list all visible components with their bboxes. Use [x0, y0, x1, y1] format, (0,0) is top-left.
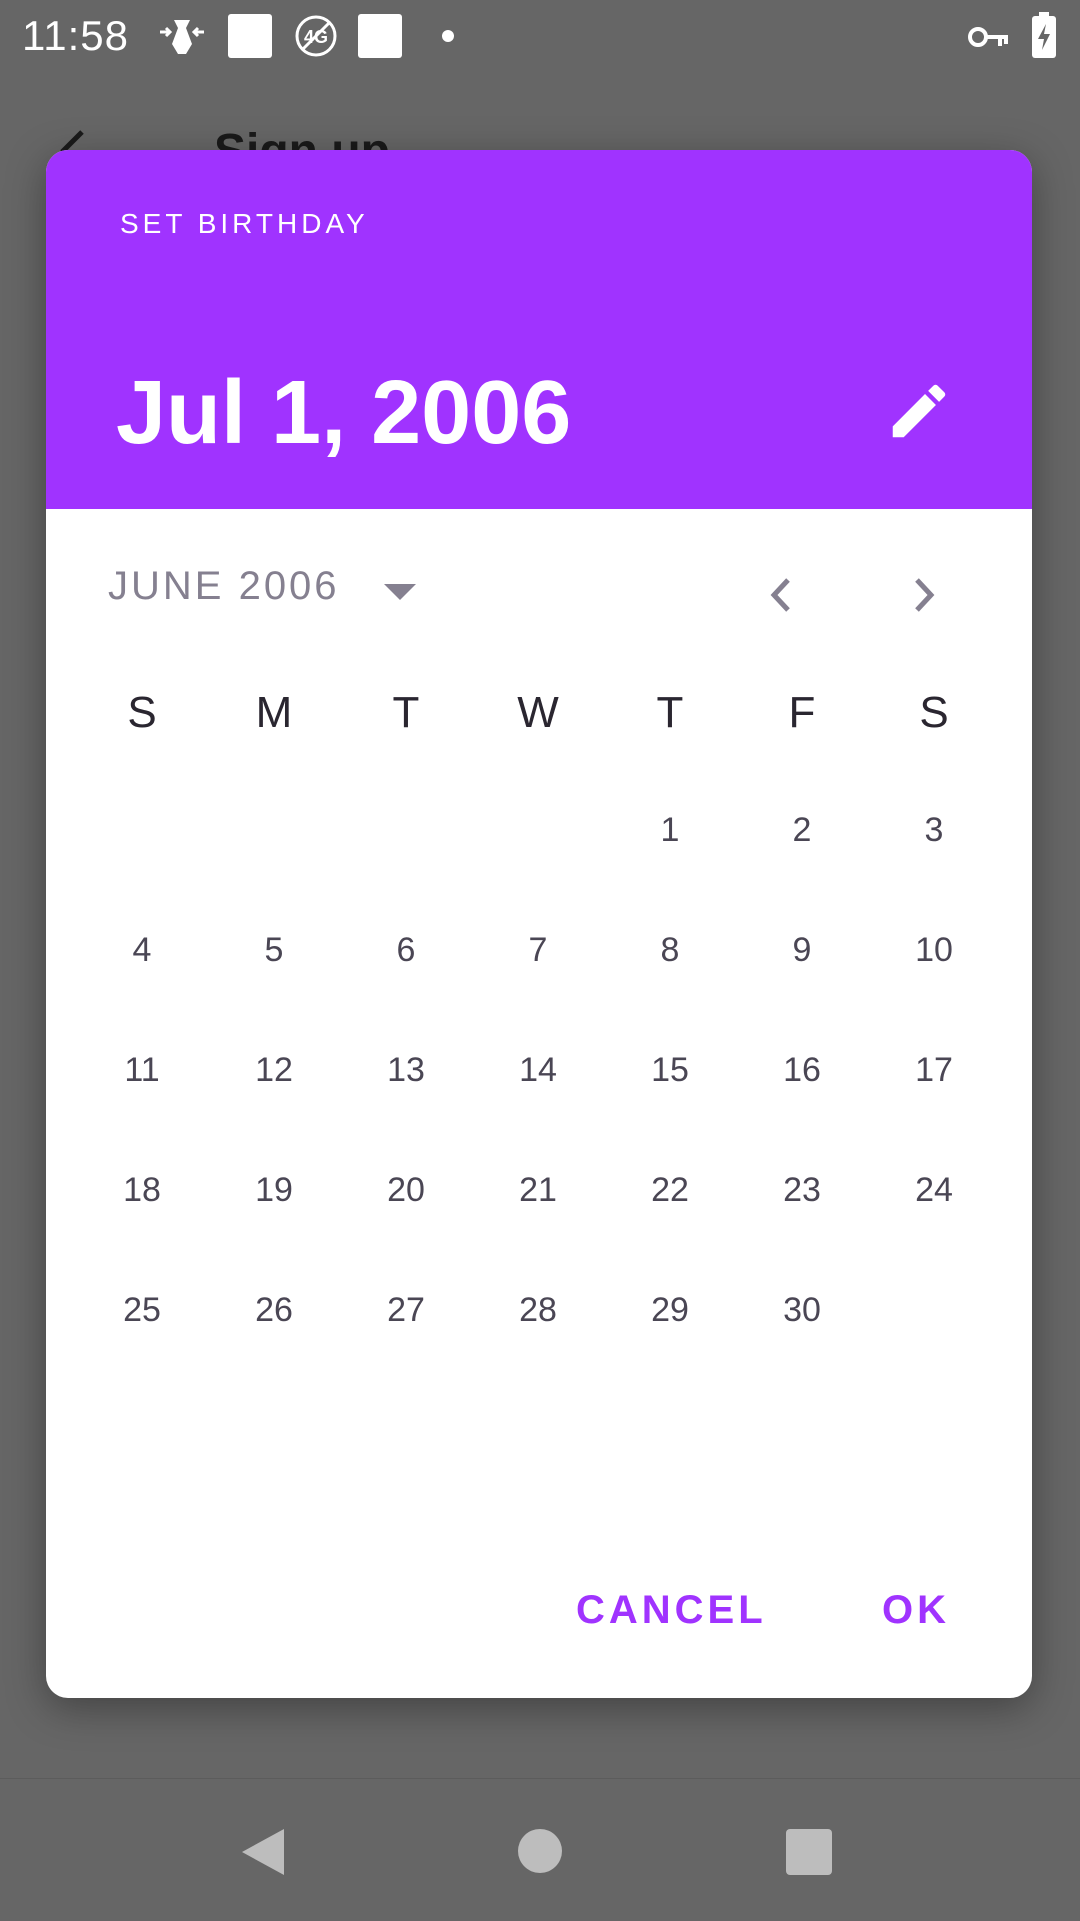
- date-picker-dialog: SET BIRTHDAY Jul 1, 2006 JUNE 2006 S M T…: [46, 150, 1032, 1698]
- weekday-label: S: [127, 688, 157, 737]
- status-time: 11:58: [22, 12, 129, 59]
- calendar-day[interactable]: 26: [208, 1270, 340, 1350]
- dot-icon: [442, 30, 454, 42]
- calendar-day: [208, 790, 340, 870]
- calendar-day[interactable]: 3: [868, 790, 1000, 870]
- calendar-day[interactable]: 1: [604, 790, 736, 870]
- month-year-dropdown[interactable]: JUNE 2006: [108, 564, 340, 609]
- cancel-button[interactable]: CANCEL: [576, 1588, 767, 1633]
- calendar-day[interactable]: 14: [472, 1030, 604, 1110]
- next-month-icon[interactable]: [889, 560, 959, 630]
- calendar-day[interactable]: 11: [76, 1030, 208, 1110]
- calendar-day[interactable]: 24: [868, 1150, 1000, 1230]
- weekday-label: T: [656, 688, 684, 737]
- calendar-day[interactable]: 13: [340, 1030, 472, 1110]
- previous-month-icon[interactable]: [746, 560, 816, 630]
- calendar-day[interactable]: 28: [472, 1270, 604, 1350]
- weekday-label: S: [919, 688, 949, 737]
- weekday-label: M: [255, 688, 293, 737]
- signal-overlay-icon: [160, 20, 204, 54]
- dropdown-arrow-icon[interactable]: [380, 572, 420, 612]
- calendar-day[interactable]: 6: [340, 910, 472, 990]
- weekday-header: S M T W T F S: [46, 688, 1032, 768]
- calendar-day: [472, 790, 604, 870]
- dialog-actions: CANCEL OK: [46, 1570, 1032, 1670]
- calendar-day[interactable]: 5: [208, 910, 340, 990]
- weekday-label: W: [517, 688, 559, 737]
- calendar-day[interactable]: 15: [604, 1030, 736, 1110]
- calendar-day[interactable]: 4: [76, 910, 208, 990]
- calendar-day[interactable]: 23: [736, 1150, 868, 1230]
- recents-icon[interactable]: [786, 1829, 832, 1875]
- selected-date: Jul 1, 2006: [116, 363, 572, 463]
- back-icon[interactable]: [238, 1825, 288, 1879]
- calendar-day[interactable]: 29: [604, 1270, 736, 1350]
- calendar-day: [76, 790, 208, 870]
- calendar-day[interactable]: 18: [76, 1150, 208, 1230]
- calendar-day[interactable]: 9: [736, 910, 868, 990]
- home-icon[interactable]: [518, 1829, 562, 1873]
- calendar-day: [868, 1270, 1000, 1350]
- ok-button[interactable]: OK: [882, 1588, 950, 1633]
- calendar-day[interactable]: 8: [604, 910, 736, 990]
- vpn-key-icon: [968, 27, 1008, 47]
- navigation-bar: [0, 1778, 1080, 1921]
- calendar-day[interactable]: 7: [472, 910, 604, 990]
- calendar-day[interactable]: 2: [736, 790, 868, 870]
- calendar-day[interactable]: 19: [208, 1150, 340, 1230]
- month-selector-row: JUNE 2006: [46, 542, 1032, 642]
- calendar-day[interactable]: 27: [340, 1270, 472, 1350]
- weekday-label: T: [392, 688, 420, 737]
- calendar-day[interactable]: 20: [340, 1150, 472, 1230]
- no-4g-icon: 4G: [295, 15, 337, 57]
- calendar-day[interactable]: 17: [868, 1030, 1000, 1110]
- square-icon: [228, 14, 272, 58]
- edit-icon[interactable]: [884, 376, 954, 446]
- calendar-day[interactable]: 30: [736, 1270, 868, 1350]
- battery-charging-icon: [1032, 12, 1056, 58]
- square-icon: [358, 14, 402, 58]
- calendar-day[interactable]: 16: [736, 1030, 868, 1110]
- calendar-day[interactable]: 21: [472, 1150, 604, 1230]
- weekday-label: F: [788, 688, 816, 737]
- calendar-day[interactable]: 12: [208, 1030, 340, 1110]
- calendar-day[interactable]: 10: [868, 910, 1000, 990]
- dialog-header: SET BIRTHDAY Jul 1, 2006: [46, 150, 1032, 509]
- calendar-day[interactable]: 22: [604, 1150, 736, 1230]
- calendar-day: [340, 790, 472, 870]
- status-bar: 11:58 4G: [0, 0, 1080, 72]
- calendar-day[interactable]: 25: [76, 1270, 208, 1350]
- dialog-caption: SET BIRTHDAY: [120, 208, 369, 239]
